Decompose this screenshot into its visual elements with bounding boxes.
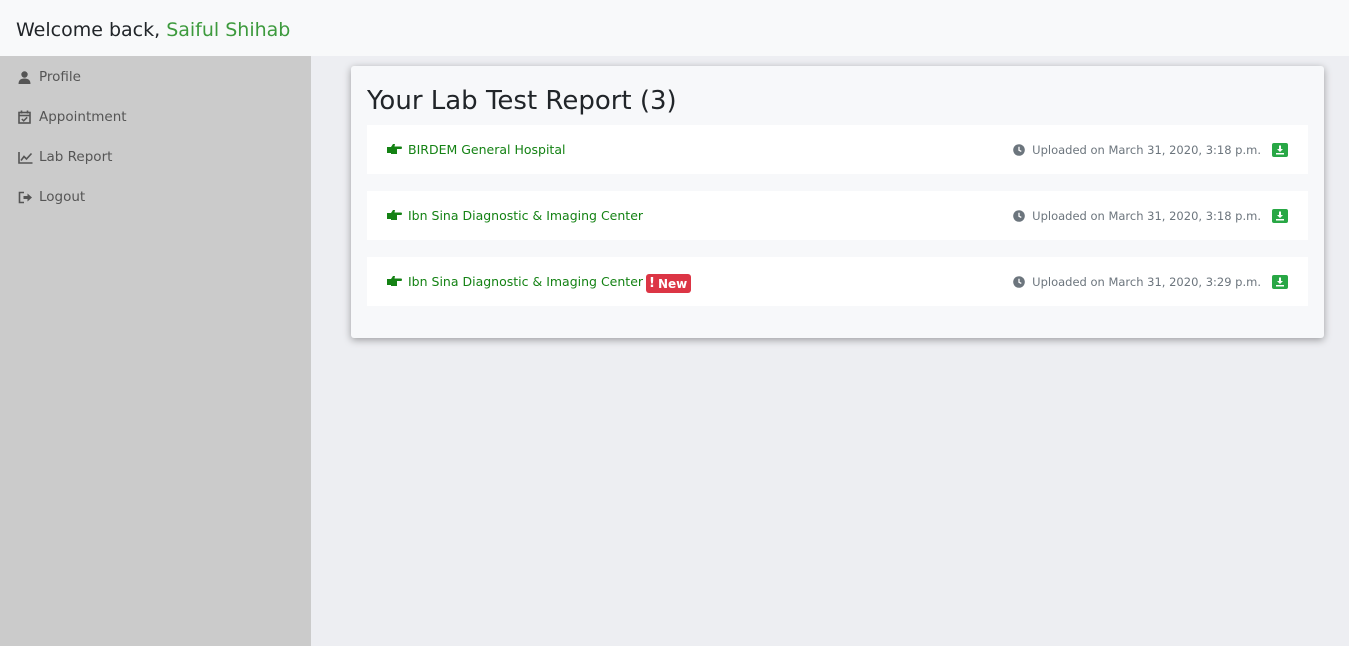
welcome-message: Welcome back, Saiful Shihab <box>16 17 290 43</box>
sidebar-item-label: Profile <box>39 69 81 85</box>
sidebar: Profile Appointment Lab Report Logout <box>0 56 311 646</box>
welcome-prefix: Welcome back, <box>16 19 161 41</box>
main-content: Your Lab Test Report (3) BIRDEM General … <box>311 56 1349 646</box>
user-icon <box>18 70 35 84</box>
download-icon <box>1276 211 1284 221</box>
calendar-check-icon <box>18 110 35 124</box>
clock-icon <box>1013 276 1025 288</box>
clock-icon <box>1013 144 1025 156</box>
lab-report-card: Your Lab Test Report (3) BIRDEM General … <box>351 66 1324 338</box>
sidebar-item-appointment[interactable]: Appointment <box>18 106 127 128</box>
list-item: Ibn Sina Diagnostic & Imaging Center ! N… <box>367 257 1308 306</box>
lab-name-link[interactable]: Ibn Sina Diagnostic & Imaging Center <box>408 207 643 224</box>
upload-time-text: Uploaded on March 31, 2020, 3:18 p.m. <box>1032 143 1261 157</box>
upload-time: Uploaded on March 31, 2020, 3:18 p.m. <box>1013 142 1261 158</box>
top-bar: Welcome back, Saiful Shihab <box>0 0 1349 56</box>
download-button[interactable] <box>1272 143 1288 157</box>
sidebar-item-logout[interactable]: Logout <box>18 186 85 208</box>
download-icon <box>1276 277 1284 287</box>
hand-point-right-icon <box>387 276 402 286</box>
chart-line-icon <box>18 150 35 164</box>
sidebar-item-lab-report[interactable]: Lab Report <box>18 146 112 168</box>
hand-point-right-icon <box>387 210 402 220</box>
sidebar-item-label: Logout <box>39 189 86 205</box>
download-button[interactable] <box>1272 275 1288 289</box>
sign-out-icon <box>18 190 35 204</box>
exclamation-icon: ! <box>649 276 655 291</box>
user-name: Saiful Shihab <box>166 19 291 41</box>
sidebar-item-label: Lab Report <box>39 149 113 165</box>
upload-time-text: Uploaded on March 31, 2020, 3:18 p.m. <box>1032 209 1261 223</box>
download-button[interactable] <box>1272 209 1288 223</box>
new-badge: ! New <box>646 274 692 293</box>
upload-time-text: Uploaded on March 31, 2020, 3:29 p.m. <box>1032 275 1261 289</box>
list-item: BIRDEM General Hospital Uploaded on Marc… <box>367 125 1308 174</box>
sidebar-item-label: Appointment <box>39 109 127 125</box>
clock-icon <box>1013 210 1025 222</box>
sidebar-item-profile[interactable]: Profile <box>18 66 81 88</box>
list-item: Ibn Sina Diagnostic & Imaging Center Upl… <box>367 191 1308 240</box>
upload-time: Uploaded on March 31, 2020, 3:29 p.m. <box>1013 274 1261 290</box>
badge-label: New <box>657 276 688 291</box>
hand-point-right-icon <box>387 144 402 154</box>
page-title: Your Lab Test Report (3) <box>367 86 677 116</box>
upload-time: Uploaded on March 31, 2020, 3:18 p.m. <box>1013 208 1261 224</box>
lab-name-link[interactable]: BIRDEM General Hospital <box>408 141 565 158</box>
lab-name-link[interactable]: Ibn Sina Diagnostic & Imaging Center <box>408 273 643 290</box>
download-icon <box>1276 145 1284 155</box>
